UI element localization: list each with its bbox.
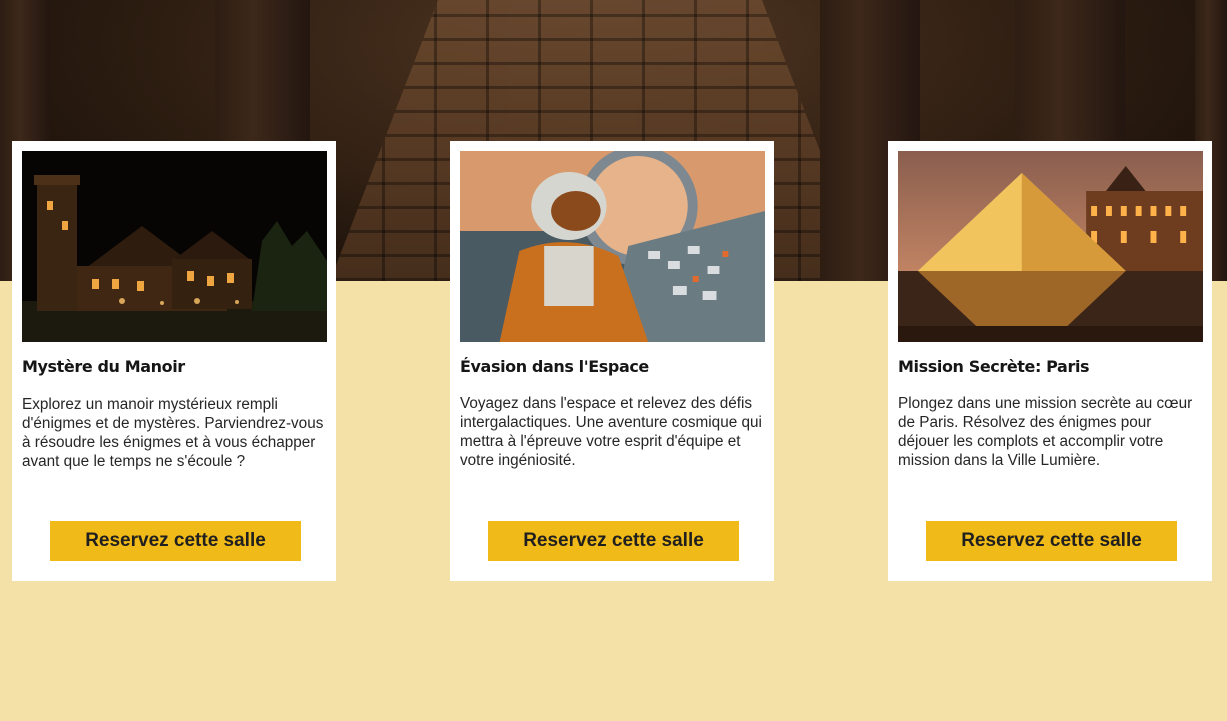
room-card-espace: Évasion dans l'Espace Voyagez dans l'esp… bbox=[450, 141, 774, 581]
louvre-image bbox=[898, 151, 1203, 342]
manor-image bbox=[22, 151, 327, 342]
book-room-button[interactable]: Reservez cette salle bbox=[488, 521, 739, 561]
book-room-button[interactable]: Reservez cette salle bbox=[926, 521, 1177, 561]
book-room-button[interactable]: Reservez cette salle bbox=[50, 521, 301, 561]
card-description: Voyagez dans l'espace et relevez des déf… bbox=[460, 395, 762, 469]
escape-room-cards: Mystère du Manoir Explorez un manoir mys… bbox=[12, 141, 1212, 582]
room-card-paris: Mission Secrète: Paris Plongez dans une … bbox=[888, 141, 1212, 581]
astronaut-image bbox=[460, 151, 765, 342]
card-title: Évasion dans l'Espace bbox=[460, 357, 649, 376]
card-title: Mission Secrète: Paris bbox=[898, 357, 1090, 376]
room-card-manoir: Mystère du Manoir Explorez un manoir mys… bbox=[12, 141, 336, 581]
card-description: Explorez un manoir mystérieux rempli d'é… bbox=[22, 396, 324, 470]
card-title: Mystère du Manoir bbox=[22, 357, 185, 376]
card-description: Plongez dans une mission secrète au cœur… bbox=[898, 395, 1193, 469]
